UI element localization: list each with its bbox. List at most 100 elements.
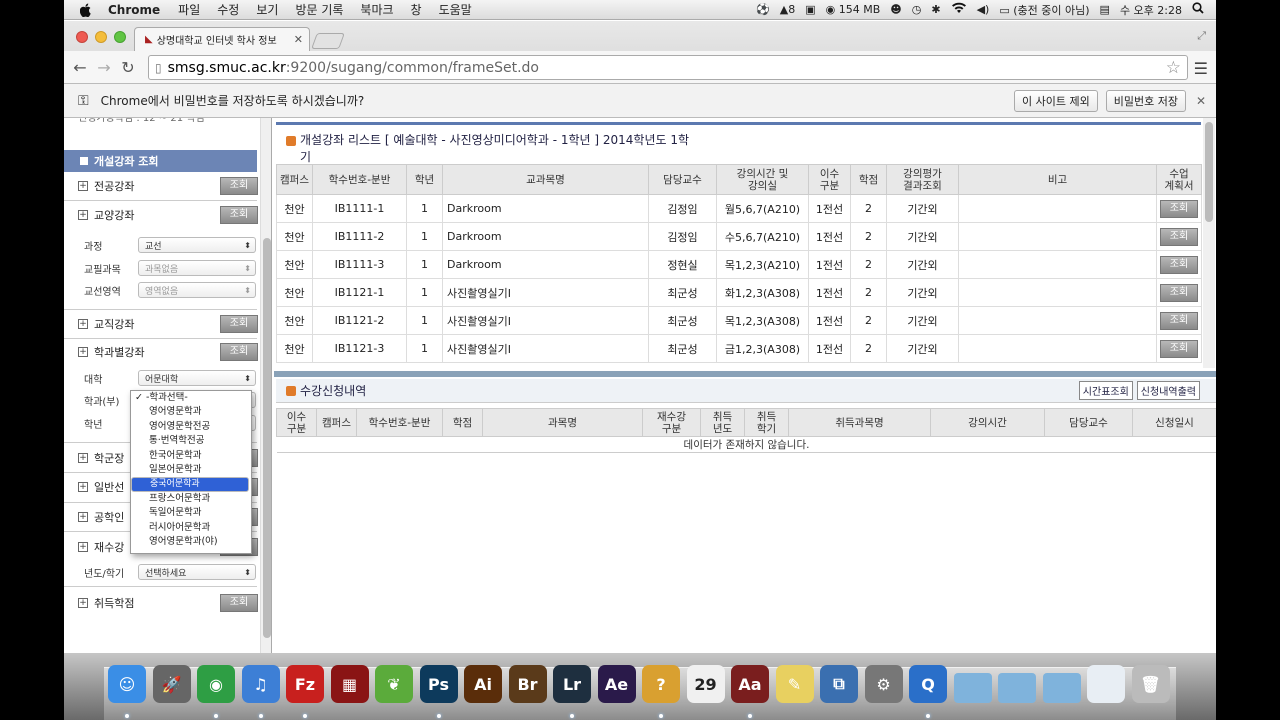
adobe-icon[interactable]: ▲8 (780, 3, 795, 16)
quicktime-icon[interactable]: Q (909, 665, 947, 703)
dropdown-option[interactable]: 한국어문학과 (131, 449, 251, 463)
col-campus[interactable]: 캠퍼스 (316, 408, 357, 437)
col-grade[interactable]: 학년 (406, 164, 443, 195)
address-bar[interactable]: ▯ smsg.smuc.ac.kr:9200/sugang/common/fra… (148, 55, 1188, 80)
syllabus-button[interactable]: 조회 (1160, 283, 1198, 302)
downloads-folder-icon[interactable] (1042, 673, 1081, 703)
syllabus-button[interactable]: 조회 (1160, 227, 1198, 246)
col-retake[interactable]: 재수강 구분 (642, 408, 701, 437)
course-list-scrollbar[interactable] (1203, 118, 1215, 368)
left-scrollbar[interactable] (260, 118, 271, 653)
table-row[interactable]: 천안 IB1121-1 1 사진촬영실기I 최군성 화1,2,3(A308) 1전선 2 기간외… (276, 278, 1202, 307)
bluetooth-icon[interactable]: ✱ (931, 3, 940, 16)
expand-plus-icon[interactable]: + (78, 482, 88, 492)
itunes-icon[interactable]: ♫ (241, 665, 280, 703)
app-tray-icon[interactable]: ▣ (805, 3, 815, 16)
dropdown-option-selected[interactable]: 중국어문학과 (131, 477, 249, 492)
table-row[interactable]: 천안 IB1111-1 1 Darkroom 김정임 월5,6,7(A210) 1전선 2 기간… (276, 194, 1202, 223)
col-subject[interactable]: 과목명 (482, 408, 643, 437)
col-credits[interactable]: 학점 (442, 408, 483, 437)
department-view-button[interactable]: 조회 (220, 343, 258, 361)
course-type-select[interactable]: 교선 ⬍ (138, 237, 256, 253)
dropdown-option[interactable]: 영어영문학과(야) (131, 535, 251, 549)
syllabus-button[interactable]: 조회 (1160, 339, 1198, 358)
dropdown-option[interactable]: 영어영문학전공 (131, 420, 251, 434)
table-row[interactable]: 천안 IB1121-3 1 사진촬영실기I 최군성 금1,2,3(A308) 1전선 2 기간외… (276, 334, 1202, 363)
new-tab-button[interactable] (311, 33, 345, 49)
battery-status[interactable]: ▭ (충전 중이 아님) (999, 2, 1089, 18)
col-course-name[interactable]: 교과목명 (442, 164, 649, 195)
exclude-site-button[interactable]: 이 사이트 제외 (1014, 89, 1098, 112)
memory-readout[interactable]: ◉ 154 MB (826, 3, 881, 16)
zoom-window-button[interactable] (114, 31, 126, 43)
liberal-view-button[interactable]: 조회 (220, 206, 258, 224)
col-type[interactable]: 이수 구분 (276, 408, 317, 437)
col-credits[interactable]: 학점 (850, 164, 887, 195)
dropdown-option[interactable]: 영어영문학과 (131, 405, 251, 419)
required-subject-select[interactable]: 과목없음 ⬍ (138, 260, 256, 276)
bridge-icon[interactable]: Br (508, 665, 547, 703)
chrome-icon[interactable]: ◉ (197, 665, 235, 703)
browser-tab[interactable]: ◣ 상명대학교 인터넷 학사 정보 ✕ (134, 27, 310, 51)
applications-folder-icon[interactable] (953, 673, 992, 703)
teaching-view-button[interactable]: 조회 (220, 315, 258, 333)
menu-window[interactable]: 창 (411, 1, 422, 18)
menu-history[interactable]: 방문 기록 (295, 1, 343, 18)
back-arrow-icon[interactable]: ← (68, 58, 92, 77)
illustrator-icon[interactable]: Ai (464, 665, 502, 703)
expand-plus-icon[interactable]: + (78, 347, 88, 357)
trash-icon[interactable]: 🗑 (1131, 665, 1170, 703)
earned-credits-view-button[interactable]: 조회 (220, 594, 258, 612)
photoshop-icon[interactable]: Ps (419, 665, 458, 703)
dictionary-icon[interactable]: Aa (731, 665, 769, 703)
bookmark-star-icon[interactable]: ☆ (1166, 58, 1181, 78)
volume-icon[interactable]: ◀) (977, 3, 990, 16)
preview-icon[interactable]: ? (642, 665, 680, 703)
calendar-icon[interactable]: 29 (686, 665, 725, 703)
close-infobar-icon[interactable]: ✕ (1196, 94, 1206, 108)
table-row[interactable]: 천안 IB1111-3 1 Darkroom 정현실 목1,2,3(A210) 1전선 2 기간… (276, 250, 1202, 279)
year-term-select[interactable]: 선택하세요 ⬍ (138, 564, 256, 580)
table-row[interactable]: 천안 IB1121-2 1 사진촬영실기I 최군성 목1,2,3(A308) 1전선 2 기간외… (276, 306, 1202, 335)
dropdown-option[interactable]: 일본어문학과 (131, 463, 251, 477)
evernote-icon[interactable]: ❦ (375, 665, 413, 703)
expand-plus-icon[interactable]: + (78, 319, 88, 329)
system-preferences-icon[interactable]: ⚙ (864, 665, 903, 703)
department-dropdown-menu[interactable]: ✓ -학과선택- 영어영문학과 영어영문학전공 통·번역학전공 한국어문학과 일… (130, 390, 252, 554)
fullscreen-icon[interactable]: ⤢ (1197, 29, 1206, 43)
save-password-button[interactable]: 비밀번호 저장 (1105, 89, 1186, 112)
stickies-icon[interactable]: ✎ (775, 665, 814, 703)
time-machine-icon[interactable]: ◷ (912, 3, 922, 16)
close-tab-icon[interactable]: ✕ (294, 33, 303, 46)
print-application-button[interactable]: 신청내역출력 (1136, 381, 1200, 400)
frame-separator[interactable] (274, 371, 1216, 377)
major-view-button[interactable]: 조회 (220, 177, 258, 195)
minimize-window-button[interactable] (95, 31, 107, 43)
col-earned-subject[interactable]: 취득과목명 (788, 408, 931, 437)
clock[interactable]: 수 오후 2:28 (1120, 2, 1182, 18)
scrollbar-thumb[interactable] (1205, 122, 1213, 222)
col-type[interactable]: 이수 구분 (808, 164, 851, 195)
elective-area-select[interactable]: 영역없음 ⬍ (138, 282, 256, 298)
col-syllabus[interactable]: 수업 계획서 (1156, 164, 1202, 195)
wifi-icon[interactable] (951, 2, 967, 17)
expand-plus-icon[interactable]: + (78, 512, 88, 522)
dropdown-option[interactable]: 통·번역학전공 (131, 434, 251, 448)
menu-file[interactable]: 파일 (178, 1, 200, 18)
flag-icon[interactable]: ▤ (1100, 3, 1110, 16)
lightroom-icon[interactable]: Lr (553, 665, 591, 703)
col-applied-at[interactable]: 신청일시 (1132, 408, 1216, 437)
col-professor[interactable]: 담당교수 (1044, 408, 1133, 437)
hwp-file-icon[interactable] (1087, 665, 1125, 703)
college-select[interactable]: 어문대학 ⬍ (138, 370, 256, 386)
dropdown-option[interactable]: 프랑스어문학과 (131, 492, 251, 506)
reload-icon[interactable]: ↻ (116, 58, 140, 77)
col-earned-year[interactable]: 취득 년도 (700, 408, 745, 437)
app-name[interactable]: Chrome (108, 3, 160, 17)
dropdown-option[interactable]: 러시아어문학과 (131, 521, 251, 535)
expand-plus-icon[interactable]: + (78, 598, 88, 608)
documents-folder-icon[interactable] (998, 673, 1036, 703)
syllabus-button[interactable]: 조회 (1160, 311, 1198, 330)
col-course-code[interactable]: 학수번호-분반 (312, 164, 407, 195)
syllabus-button[interactable]: 조회 (1160, 199, 1198, 218)
